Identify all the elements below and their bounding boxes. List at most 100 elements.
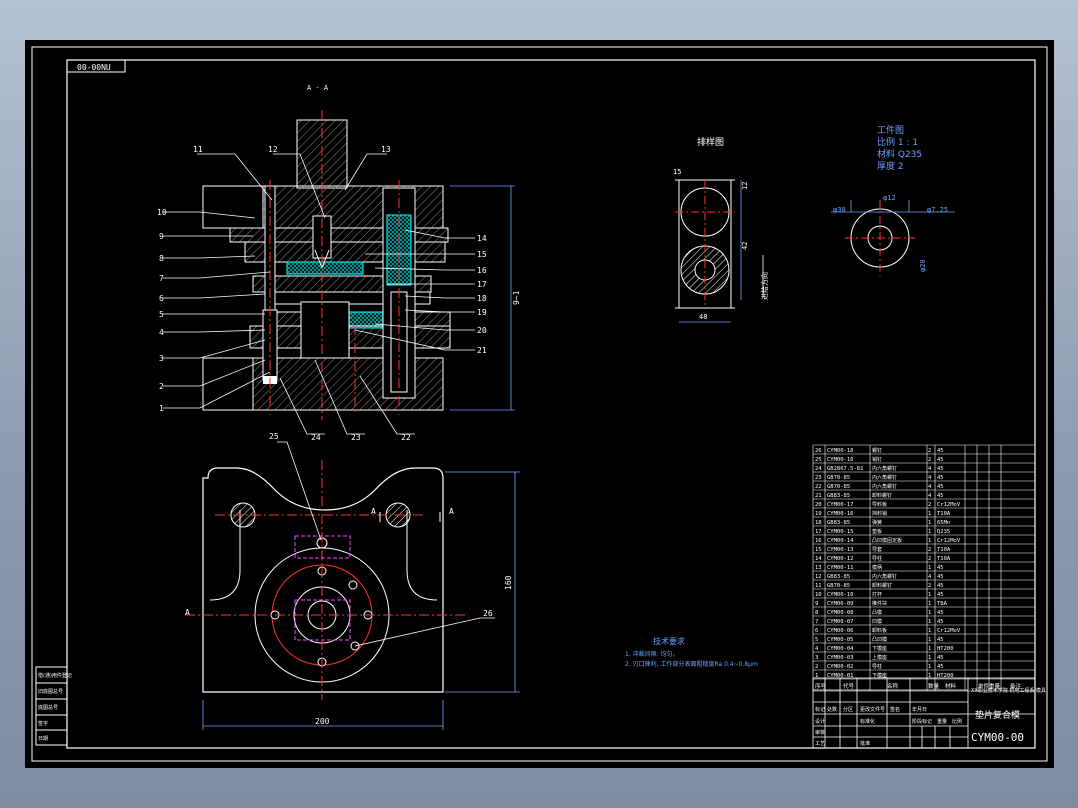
callout-19: 19	[477, 308, 487, 317]
bom-cell: 1	[928, 565, 931, 571]
bom-cell: 45	[937, 664, 944, 670]
layout-title: 排样图	[697, 136, 724, 148]
strip-layout	[675, 179, 764, 323]
bom-header-cell: 代号	[843, 682, 855, 690]
callout-21: 21	[477, 346, 487, 355]
callout-18: 18	[477, 294, 487, 303]
bom-cell: 内六角螺钉	[872, 483, 897, 490]
tb-label-change: 更改文件号	[860, 706, 885, 713]
left-strip-3: 底图总号	[38, 704, 58, 711]
callout-5: 5	[159, 310, 164, 319]
tb-label-standard: 标准化	[860, 718, 875, 725]
bom-cell: 45	[937, 484, 944, 490]
left-strip-2: 旧底图总号	[38, 688, 63, 695]
bill-of-materials: 26 CYM00-18 螺钉 2 4525 CYM00-16 销钉 2 4524 GB2867.5…	[812, 444, 1036, 692]
bom-cell: GB83-85	[827, 520, 850, 526]
workpiece-title: 工件图	[877, 124, 904, 136]
tech-notes-title: 技术要求	[653, 636, 685, 646]
bom-cell: GB70-85	[827, 475, 850, 481]
tech-notes-line-1: 1. 冲裁间隙: 均匀。	[625, 650, 679, 658]
front-section-view: 9~1	[202, 110, 521, 420]
bom-cell: CYM00-08	[827, 610, 854, 616]
bom-cell: 14	[815, 556, 822, 562]
bom-cell: 2	[928, 547, 931, 553]
bom-cell: 垫板	[872, 528, 882, 535]
workpiece-line-1: 比例 1 : 1	[877, 136, 918, 148]
bom-cell: GB70-85	[827, 484, 850, 490]
bom-cell: 1	[928, 637, 931, 643]
layout-dim-right-top: 12	[741, 182, 749, 190]
bom-cell: 45	[937, 457, 944, 463]
callout-16: 16	[477, 266, 487, 275]
tb-label-process: 工艺	[815, 741, 825, 747]
bom-cell: 65Mn	[937, 520, 950, 526]
bom-cell: CYM00-17	[827, 502, 854, 508]
bom-cell: 2	[928, 556, 931, 562]
bom-cell: 凹模	[872, 618, 882, 625]
bom-cell: 螺钉	[872, 447, 882, 454]
bom-cell: 内六角螺钉	[872, 573, 897, 580]
bom-cell: GB83-85	[827, 493, 850, 499]
bom-cell: 推件块	[872, 600, 887, 607]
bom-cell: 打杆	[872, 591, 882, 598]
callout-23: 23	[351, 433, 361, 442]
bom-cell: 2	[928, 457, 931, 463]
bom-cell: 1	[928, 520, 931, 526]
bom-cell: 2	[928, 448, 931, 454]
callout-2: 2	[159, 382, 164, 391]
bom-cell: 挡料销	[872, 510, 887, 517]
bom-cell: GB2867.5-81	[827, 466, 863, 472]
bom-cell: T10A	[937, 556, 951, 562]
cad-drawing: 00-00NU A - A 9~1 11 12 13 10 9 8 7 6 5 …	[31, 46, 1048, 762]
bom-cell: 4	[928, 574, 932, 580]
bom-cell: GB83-85	[827, 574, 850, 580]
bom-cell: CYM00-03	[827, 655, 854, 661]
bom-cell: 45	[937, 448, 944, 454]
bom-cell: 1	[928, 655, 931, 661]
bom-cell: 25	[815, 457, 822, 463]
callout-15: 15	[477, 250, 487, 259]
bom-cell: CYM00-02	[827, 664, 854, 670]
title-school: XX职业技术学院 机电工程系 模具	[971, 687, 1046, 694]
bom-cell: 1	[928, 646, 931, 652]
bom-cell: 45	[937, 466, 944, 472]
bom-cell: 1	[928, 619, 931, 625]
section-marker: A - A	[307, 84, 329, 92]
left-strip-4: 签字	[38, 720, 48, 727]
bom-cell: 下模座	[872, 645, 887, 652]
bom-cell: 1	[928, 511, 931, 517]
code-box-text: 00-00NU	[77, 63, 111, 72]
bom-cell: Q235	[937, 529, 950, 535]
bom-cell: 20	[815, 502, 822, 508]
callout-1: 1	[159, 404, 164, 413]
left-strip-1: 借(通)用件登记	[38, 672, 72, 679]
dim-plan-height: 160	[504, 575, 513, 590]
bom-cell: 2	[928, 502, 931, 508]
bom-cell: 45	[937, 619, 944, 625]
bom-cell: CYM00-04	[827, 646, 854, 652]
cad-viewport[interactable]: 00-00NU A - A 9~1 11 12 13 10 9 8 7 6 5 …	[25, 40, 1054, 768]
bom-cell: 4	[928, 466, 932, 472]
bom-cell: 导柱	[872, 663, 882, 670]
tb-label-review: 审核	[815, 729, 825, 736]
bom-cell: 1	[928, 610, 931, 616]
bom-cell: T8A	[937, 601, 948, 607]
plan-section-letter-right: A	[449, 507, 454, 516]
callout-26: 26	[483, 609, 493, 618]
bom-cell: GB70-85	[827, 583, 850, 589]
bom-cell: 45	[937, 655, 944, 661]
bom-cell: 7	[815, 619, 818, 625]
bom-cell: 18	[815, 520, 822, 526]
bom-cell: 45	[937, 637, 944, 643]
bom-cell: 模柄	[872, 564, 882, 571]
callout-9: 9	[159, 232, 164, 241]
layout-dim-bottom: 48	[699, 313, 707, 321]
bom-cell: CYM00-06	[827, 628, 854, 634]
bom-cell: T10A	[937, 511, 951, 517]
callout-6: 6	[159, 294, 164, 303]
tb-label-stage: 阶段标记	[912, 718, 932, 725]
bom-cell: 凸凹模固定板	[872, 537, 902, 544]
callout-3: 3	[159, 354, 164, 363]
bom-cell: 1	[928, 601, 931, 607]
workpiece-dim-4: φ20	[919, 259, 927, 272]
